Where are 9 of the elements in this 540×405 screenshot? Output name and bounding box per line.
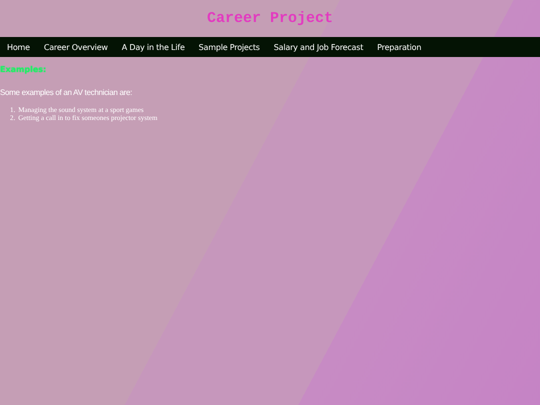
nav-link[interactable]: Sample Projects: [198, 42, 260, 52]
nav-link[interactable]: A Day in the Life: [122, 42, 185, 52]
intro-text: Some examples of an AV technician are:: [0, 88, 134, 97]
nav-link[interactable]: Salary and Job Forecast: [274, 42, 364, 52]
page-title: Career Project: [206, 10, 334, 27]
nav-link[interactable]: Career Overview: [44, 42, 108, 52]
section-heading: Examples:: [0, 65, 48, 74]
nav-link[interactable]: Preparation: [377, 42, 422, 52]
nav-link[interactable]: Home: [7, 42, 30, 52]
